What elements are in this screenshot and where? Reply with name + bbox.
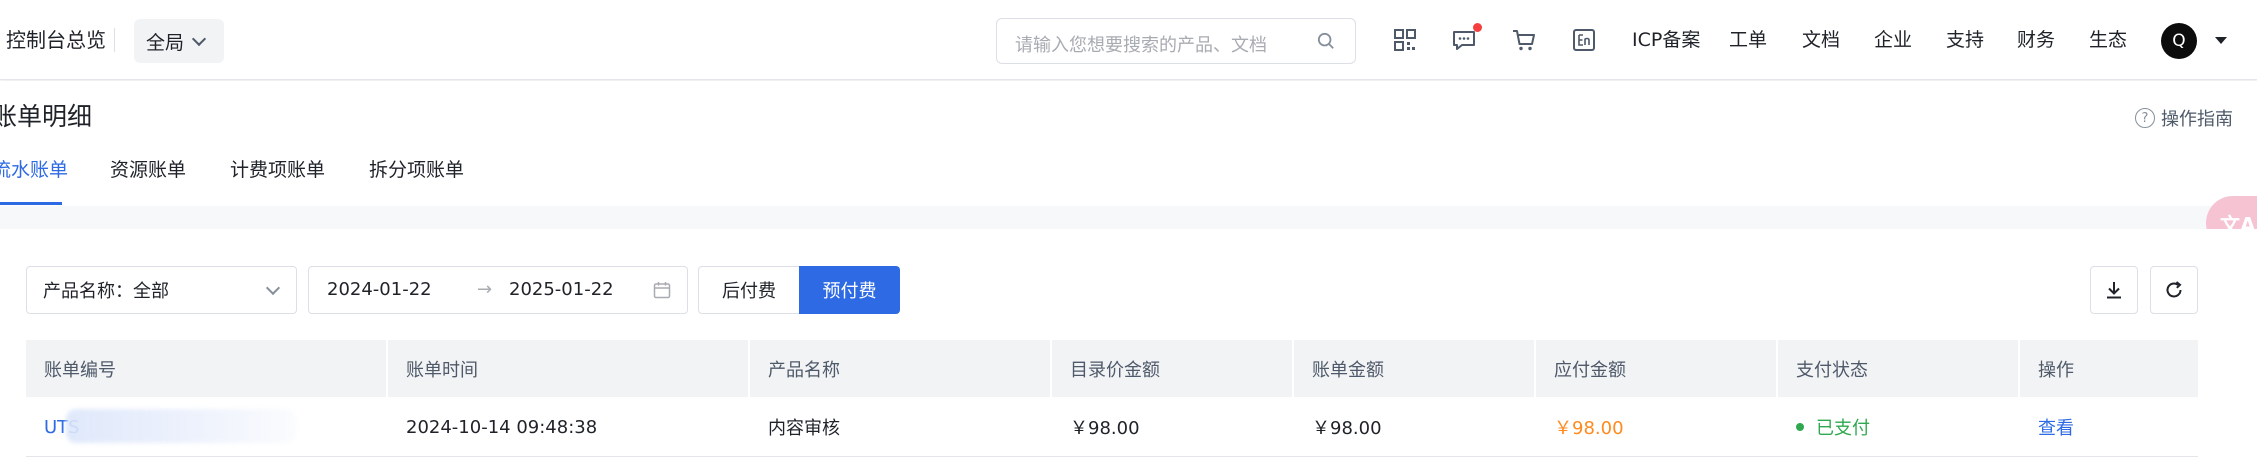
calendar-icon[interactable] (653, 281, 671, 299)
tab-split-item-bill[interactable]: 拆分项账单 (369, 158, 464, 182)
chevron-down-icon (265, 280, 281, 296)
column-header-product-name: 产品名称 (750, 340, 1052, 397)
nav-link-icp[interactable]: ICP备案 (1632, 28, 1700, 52)
scope-label: 全局 (146, 31, 185, 54)
global-search[interactable]: 请输入您想要搜索的产品、文档 (996, 18, 1356, 64)
column-header-bill-amount: 账单金额 (1294, 340, 1536, 397)
nav-link-ticket[interactable]: 工单 (1729, 28, 1767, 52)
scope-selector[interactable]: 全局 (134, 19, 224, 63)
refresh-button[interactable] (2150, 266, 2198, 314)
date-end[interactable]: 2025-01-22 (509, 279, 614, 300)
nav-link-enterprise[interactable]: 企业 (1874, 28, 1912, 52)
nav-link-docs[interactable]: 文档 (1802, 28, 1840, 52)
table-header: 账单编号 账单时间 产品名称 目录价金额 账单金额 应付金额 支付状态 操作 (26, 340, 2198, 397)
download-button[interactable] (2090, 266, 2138, 314)
cart-icon[interactable] (1510, 26, 1538, 54)
tab-billing-item-bill[interactable]: 计费项账单 (230, 158, 325, 182)
column-header-bill-time: 账单时间 (388, 340, 750, 397)
bill-time-cell: 2024-10-14 09:48:38 (406, 416, 598, 438)
column-header-payable-amount: 应付金额 (1536, 340, 1778, 397)
notification-dot (1473, 23, 1482, 32)
nav-divider (114, 28, 115, 52)
payment-status-cell: 已支付 (1778, 397, 2020, 457)
operation-guide-link[interactable]: ? 操作指南 (2135, 105, 2233, 131)
column-header-actions: 操作 (2038, 359, 2074, 381)
list-price-cell: ￥98.00 (1070, 418, 1140, 439)
date-start[interactable]: 2024-01-22 (327, 279, 432, 300)
table-row: UTS 2024-10-14 09:48:38 内容审核 ￥98.00 ￥98.… (26, 397, 2198, 457)
product-name-select[interactable]: 产品名称：全部 (26, 266, 297, 314)
download-icon (2107, 282, 2121, 299)
column-header-list-price: 目录价金额 (1052, 340, 1294, 397)
nav-link-finance[interactable]: 财务 (2017, 28, 2055, 52)
nav-link-support[interactable]: 支持 (1946, 28, 1984, 52)
prepaid-button[interactable]: 预付费 (799, 266, 900, 314)
user-avatar[interactable]: Q (2161, 23, 2197, 59)
column-header-bill-id: 账单编号 (26, 340, 388, 397)
top-navbar: 控制台总览 全局 请输入您想要搜索的产品、文档 ICP备案 工单 文档 企业 支… (0, 0, 2257, 80)
product-name-cell: 内容审核 (768, 418, 840, 439)
search-placeholder: 请输入您想要搜索的产品、文档 (1015, 35, 1267, 56)
nav-link-ecosystem[interactable]: 生态 (2089, 28, 2127, 52)
payable-amount-cell: ￥98.00 (1554, 418, 1624, 439)
product-select-value: 产品名称：全部 (43, 281, 169, 302)
tab-resource-bill[interactable]: 资源账单 (110, 158, 186, 182)
tab-flow-bill[interactable]: 流水账单 (0, 158, 68, 182)
search-icon[interactable] (1317, 32, 1335, 50)
view-action-link[interactable]: 查看 (2020, 397, 2198, 457)
console-overview-link[interactable]: 控制台总览 (6, 28, 106, 52)
page-title: 账单明细 (0, 102, 93, 131)
postpaid-button[interactable]: 后付费 (698, 266, 799, 314)
qrcode-icon[interactable] (1391, 26, 1419, 54)
status-text: 已支付 (1816, 418, 1870, 439)
status-dot-icon (1796, 423, 1804, 431)
bill-amount-cell: ￥98.00 (1312, 418, 1382, 439)
guide-label: 操作指南 (2161, 109, 2233, 130)
date-range-picker[interactable]: 2024-01-22 → 2025-01-22 (308, 266, 688, 314)
message-icon[interactable] (1450, 23, 1482, 54)
redacted-overlay (66, 409, 296, 443)
active-tab-indicator (0, 202, 62, 205)
caret-down-icon[interactable] (2215, 37, 2227, 44)
bill-id-link[interactable]: UTS (26, 397, 388, 457)
refresh-icon (2166, 281, 2182, 298)
page-header: 账单明细 ? 操作指南 流水账单 资源账单 计费项账单 拆分项账单 (0, 81, 2257, 206)
help-circle-icon: ? (2135, 108, 2155, 128)
date-range-arrow: → (477, 279, 493, 300)
column-header-payment-status: 支付状态 (1778, 340, 2020, 397)
language-en-icon[interactable] (1570, 26, 1598, 54)
chevron-down-icon (191, 31, 207, 46)
bill-list-card: 产品名称：全部 2024-01-22 → 2025-01-22 后付费 预付费 … (0, 229, 2257, 473)
